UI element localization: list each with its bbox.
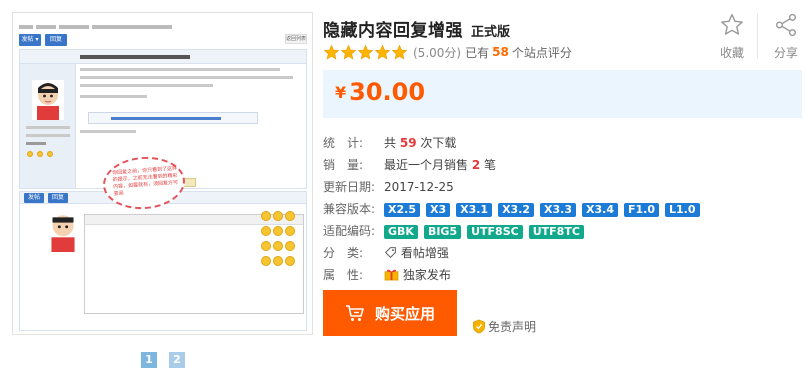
- rating-prefix: 已有: [465, 45, 490, 60]
- price-value: 30.00: [349, 78, 426, 106]
- compat-label: 兼容版本:: [323, 202, 376, 216]
- price-box: ¥30.00: [323, 70, 802, 118]
- shield-icon: [473, 319, 485, 334]
- product-title-row: 隐藏内容回复增强 正式版: [323, 16, 510, 41]
- sales-prefix: 最近一个月销售: [384, 158, 469, 172]
- compat-tag: F1.0: [623, 202, 659, 217]
- product-edition: 正式版: [471, 25, 511, 40]
- avatar-icon: [51, 215, 75, 252]
- gift-icon: [384, 269, 399, 281]
- updated-row: 更新日期: 2017-12-25: [323, 176, 803, 198]
- preview-breadcrumb: [19, 19, 309, 31]
- encoding-tag: BIG5: [423, 224, 462, 239]
- category-row: 分 类: 看帖增强: [323, 242, 803, 264]
- product-screenshot[interactable]: 发帖 ▾ 回复 返回列表 发帖 回复 你回复之前，你只看到了这样的提示，之前无法…: [12, 12, 313, 335]
- sales-suffix: 笔: [484, 158, 497, 172]
- rating-score: (5.00分): [413, 45, 462, 60]
- page-1-button[interactable]: 1: [141, 352, 157, 368]
- encoding-tag: UTF8SC: [467, 224, 523, 239]
- preview-hidden-quote: [88, 112, 258, 124]
- updated-label: 更新日期:: [323, 180, 376, 194]
- disclaimer-label: 免责声明: [488, 320, 537, 334]
- tag-icon: [385, 247, 396, 258]
- compat-tag: X3.2: [498, 202, 535, 217]
- buy-label: 购买应用: [374, 304, 435, 323]
- page-2-button[interactable]: 2: [169, 352, 185, 368]
- sales-count: 2: [471, 158, 481, 172]
- star-filled-icon: [340, 44, 357, 59]
- rating-suffix: 个站点评分: [511, 45, 572, 60]
- category-value: 看帖增强: [400, 246, 449, 260]
- share-button[interactable]: 分享: [766, 12, 806, 61]
- updated-value: 2017-12-25: [384, 180, 454, 194]
- compat-tag: L1.0: [665, 202, 700, 217]
- preview-reply-button: 回复: [45, 34, 67, 46]
- encoding-tag: UTF8TC: [528, 224, 584, 239]
- encoding-label: 适配编码:: [323, 224, 376, 238]
- preview-return-button: 返回列表: [285, 34, 307, 44]
- compat-row: 兼容版本: X2.5 X3 X3.1 X3.2 X3.3 X3.4 F1.0 L1.0: [323, 198, 803, 220]
- star-filled-icon: [357, 44, 374, 59]
- action-divider: [757, 14, 758, 58]
- star-filled-icon: [323, 44, 340, 59]
- attribute-row: 属 性: 独家发布: [323, 264, 803, 286]
- attribute-value-wrap: 独家发布: [384, 264, 451, 286]
- compat-tag: X3.3: [540, 202, 577, 217]
- rating-row: (5.00分) 已有 58 个站点评分: [323, 42, 572, 62]
- avatar-icon: [32, 80, 64, 120]
- preview-toolbar: 发帖 ▾ 回复 返回列表: [19, 34, 307, 47]
- cart-icon: [345, 305, 364, 321]
- stats-value: 共 59 次下载: [384, 132, 456, 154]
- price-currency: ¥: [335, 83, 347, 102]
- screenshot-pagination: 1 2: [141, 352, 197, 368]
- star-outline-icon: [721, 14, 743, 35]
- stats-row: 统 计: 共 59 次下载: [323, 132, 803, 154]
- preview-callout-text: 你回复之前，你只看到了这样的提示，之前无法看到的精彩内容，如要就有，须回复方可查…: [112, 165, 179, 198]
- category-link[interactable]: 看帖增强: [384, 242, 449, 264]
- stats-label: 统 计:: [323, 136, 364, 150]
- compat-tag: X3.4: [582, 202, 618, 217]
- product-title: 隐藏内容回复增强: [323, 21, 463, 41]
- compat-tag: X3: [425, 202, 451, 217]
- price: ¥30.00: [335, 78, 425, 106]
- preview-user-sidebar: [20, 64, 76, 188]
- attribute-value: 独家发布: [402, 268, 451, 282]
- compat-tag: X2.5: [384, 202, 420, 217]
- compat-tags: X2.5 X3 X3.1 X3.2 X3.3 X3.4 F1.0 L1.0: [384, 198, 706, 220]
- preview-post-button: 发帖 ▾: [19, 34, 41, 46]
- preview-smiley-panel: [260, 210, 300, 270]
- preview-thread-title: [20, 50, 306, 64]
- sales-row: 销 量: 最近一个月销售 2 笔: [323, 154, 803, 176]
- attribute-label: 属 性:: [323, 268, 364, 282]
- rating-count: 58: [492, 45, 509, 59]
- compat-tag: X3.1: [456, 202, 493, 217]
- encoding-tag: GBK: [384, 224, 418, 239]
- disclaimer-link[interactable]: 免责声明: [472, 318, 536, 335]
- sales-label: 销 量:: [323, 158, 364, 172]
- encoding-row: 适配编码: GBK BIG5 UTF8SC UTF8TC: [323, 220, 803, 242]
- star-filled-icon: [391, 44, 408, 59]
- preview-post-button-2: 发帖: [24, 193, 44, 203]
- category-label: 分 类:: [323, 246, 364, 260]
- rating-stars: [323, 44, 408, 61]
- sales-value: 最近一个月销售 2 笔: [384, 154, 496, 176]
- stats-suffix: 次下载: [420, 136, 457, 150]
- favorite-label: 收藏: [719, 46, 744, 60]
- favorite-button[interactable]: 收藏: [712, 12, 752, 61]
- share-label: 分享: [773, 46, 798, 60]
- share-icon: [775, 13, 797, 37]
- star-filled-icon: [374, 44, 391, 59]
- buy-button[interactable]: 购买应用: [323, 290, 457, 336]
- preview-reply-area: 发帖 回复: [19, 191, 307, 331]
- download-count: 59: [399, 136, 417, 150]
- preview-reply-button-2: 回复: [48, 193, 68, 203]
- stats-prefix: 共: [384, 136, 397, 150]
- encoding-tags: GBK BIG5 UTF8SC UTF8TC: [384, 220, 590, 242]
